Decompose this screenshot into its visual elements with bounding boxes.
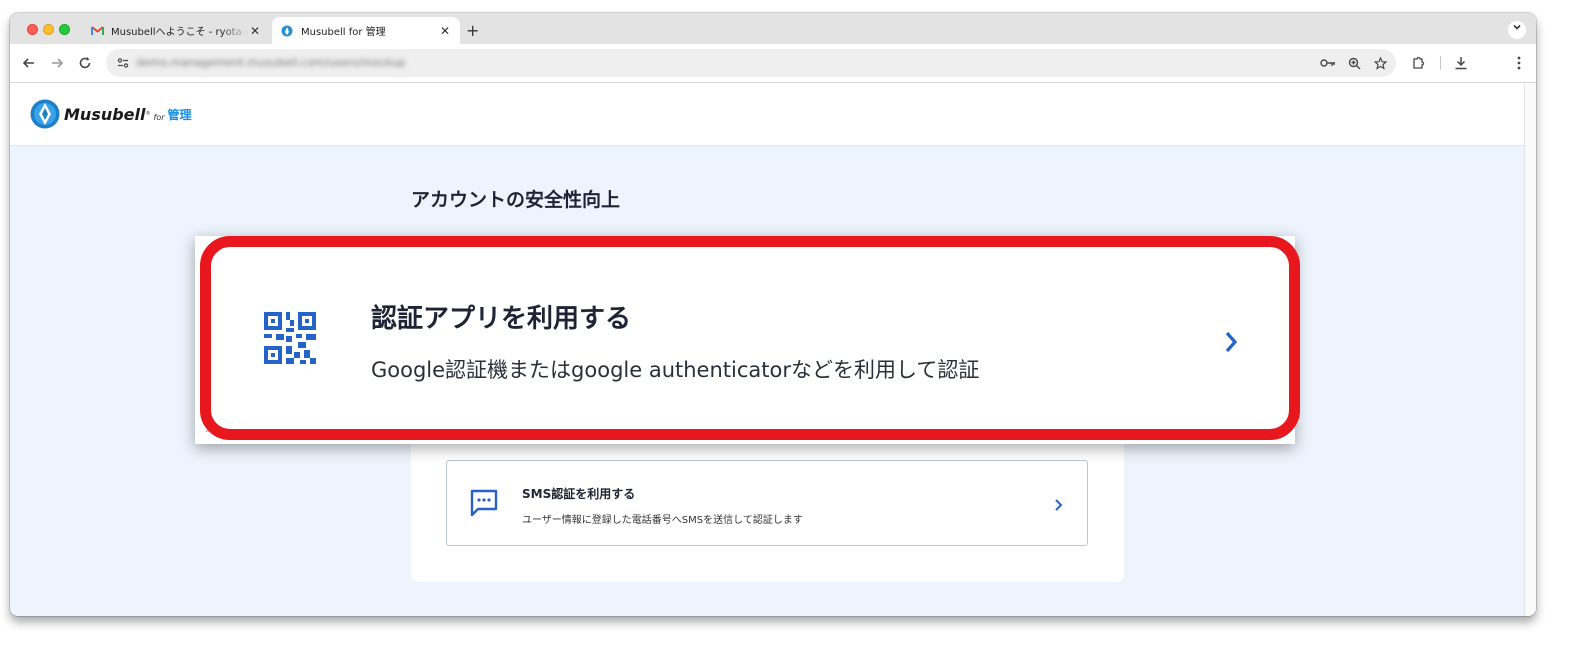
sms-option-title: SMS認証を利用する — [522, 487, 636, 501]
musubell-logo-icon — [30, 99, 60, 129]
callout-content: 認証アプリを利用する Google認証機またはgoogle authentica… — [206, 248, 1286, 432]
tab-title: Musubellへようこそ - ryota-ujita — [111, 27, 248, 38]
bookmark-star-icon[interactable] — [1372, 55, 1388, 71]
back-icon[interactable] — [20, 54, 38, 72]
tab-gmail[interactable]: Musubellへようこそ - ryota-ujita ✕ — [82, 17, 270, 44]
close-tab-icon[interactable]: ✕ — [438, 24, 452, 38]
reload-icon[interactable] — [76, 54, 94, 72]
sms-auth-option[interactable]: SMS認証を利用する ユーザー情報に登録した電話番号へSMSを送信して認証します — [446, 460, 1088, 546]
download-icon[interactable] — [1452, 54, 1470, 72]
url-text: demo.management.musubell.com/users/mocku… — [136, 56, 406, 69]
new-tab-button[interactable]: + — [466, 21, 479, 40]
password-key-icon[interactable] — [1320, 55, 1336, 71]
minimize-window-button[interactable] — [43, 24, 54, 35]
sms-chat-icon — [469, 488, 499, 522]
musubell-icon — [280, 24, 294, 38]
chevron-right-icon — [1053, 497, 1063, 516]
authenticator-app-option[interactable]: 認証アプリを利用する Google認証機またはgoogle authentica… — [206, 248, 1286, 430]
logo-for: for — [153, 112, 165, 122]
tab-title: Musubell for 管理 — [301, 27, 386, 38]
browser-toolbar: demo.management.musubell.com/users/mocku… — [10, 44, 1536, 83]
site-settings-icon[interactable] — [114, 54, 132, 72]
qr-code-icon — [264, 312, 316, 368]
tab-search-button[interactable] — [1508, 21, 1526, 39]
logo-wordmark: Musubell — [64, 104, 146, 124]
tab-musubell[interactable]: Musubell for 管理 ✕ — [272, 17, 460, 44]
app-header: Musubell ® for 管理 — [10, 83, 1524, 146]
gmail-icon — [90, 24, 104, 38]
logo-kanri: 管理 — [167, 107, 192, 122]
extensions-icon[interactable] — [1409, 54, 1427, 72]
zoom-icon[interactable] — [1346, 55, 1362, 71]
menu-kebab-icon[interactable] — [1510, 54, 1528, 72]
authenticator-option-title: 認証アプリを利用する — [371, 304, 632, 334]
sms-option-desc: ユーザー情報に登録した電話番号へSMSを送信して認証します — [522, 515, 803, 526]
logo-registered: ® — [145, 111, 151, 117]
tab-strip: Musubellへようこそ - ryota-ujita ✕ Musubell f… — [10, 13, 1536, 44]
address-bar[interactable]: demo.management.musubell.com/users/mocku… — [106, 49, 1396, 77]
zoom-window-button[interactable] — [59, 24, 70, 35]
page-scrollbar[interactable] — [1524, 83, 1536, 616]
chevron-right-icon — [1223, 330, 1239, 358]
toolbar-divider — [1440, 56, 1441, 70]
forward-icon[interactable] — [48, 54, 66, 72]
close-tab-icon[interactable]: ✕ — [248, 24, 262, 38]
close-window-button[interactable] — [27, 24, 38, 35]
authenticator-option-desc: Google認証機またはgoogle authenticatorなどを利用して認… — [371, 358, 980, 382]
musubell-logo[interactable]: Musubell ® for 管理 — [30, 99, 192, 129]
page-title: アカウントの安全性向上 — [411, 189, 621, 211]
